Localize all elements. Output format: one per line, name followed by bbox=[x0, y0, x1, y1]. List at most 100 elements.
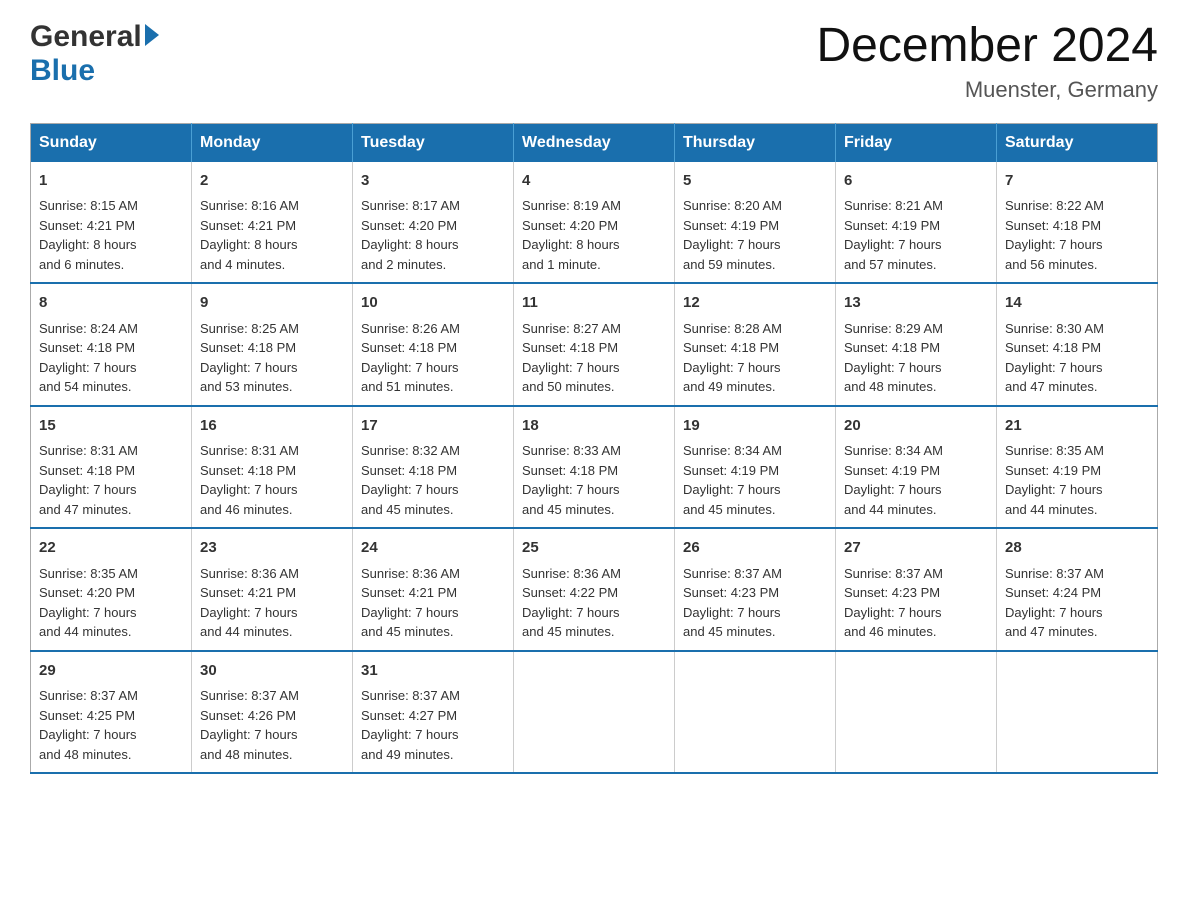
sunrise-info: Sunrise: 8:26 AM bbox=[361, 321, 460, 336]
sunset-info: Sunset: 4:18 PM bbox=[361, 463, 457, 478]
calendar-day-cell: 24 Sunrise: 8:36 AM Sunset: 4:21 PM Dayl… bbox=[353, 528, 514, 651]
daylight-info2: and 4 minutes. bbox=[200, 257, 285, 272]
sunrise-info: Sunrise: 8:29 AM bbox=[844, 321, 943, 336]
day-number: 21 bbox=[1005, 415, 1149, 438]
calendar-day-cell: 7 Sunrise: 8:22 AM Sunset: 4:18 PM Dayli… bbox=[997, 162, 1158, 284]
day-number: 8 bbox=[39, 292, 183, 315]
sunset-info: Sunset: 4:26 PM bbox=[200, 708, 296, 723]
sunrise-info: Sunrise: 8:24 AM bbox=[39, 321, 138, 336]
day-number: 10 bbox=[361, 292, 505, 315]
sunrise-info: Sunrise: 8:34 AM bbox=[683, 443, 782, 458]
daylight-info: Daylight: 7 hours bbox=[200, 360, 298, 375]
daylight-info2: and 47 minutes. bbox=[1005, 379, 1098, 394]
day-number: 12 bbox=[683, 292, 827, 315]
daylight-info: Daylight: 7 hours bbox=[361, 727, 459, 742]
sunset-info: Sunset: 4:27 PM bbox=[361, 708, 457, 723]
sunset-info: Sunset: 4:18 PM bbox=[361, 340, 457, 355]
daylight-info2: and 45 minutes. bbox=[522, 624, 615, 639]
header-sunday: Sunday bbox=[31, 123, 192, 162]
sunrise-info: Sunrise: 8:37 AM bbox=[361, 688, 460, 703]
calendar-table: Sunday Monday Tuesday Wednesday Thursday… bbox=[30, 123, 1158, 775]
sunrise-info: Sunrise: 8:36 AM bbox=[522, 566, 621, 581]
daylight-info2: and 59 minutes. bbox=[683, 257, 776, 272]
title-section: December 2024 Muenster, Germany bbox=[816, 20, 1158, 103]
daylight-info2: and 45 minutes. bbox=[522, 502, 615, 517]
daylight-info: Daylight: 7 hours bbox=[683, 237, 781, 252]
daylight-info: Daylight: 7 hours bbox=[522, 482, 620, 497]
day-number: 24 bbox=[361, 537, 505, 560]
calendar-day-cell bbox=[836, 651, 997, 774]
header-monday: Monday bbox=[192, 123, 353, 162]
calendar-day-cell: 21 Sunrise: 8:35 AM Sunset: 4:19 PM Dayl… bbox=[997, 406, 1158, 529]
logo-blue: Blue bbox=[30, 54, 95, 87]
calendar-day-cell: 28 Sunrise: 8:37 AM Sunset: 4:24 PM Dayl… bbox=[997, 528, 1158, 651]
daylight-info2: and 45 minutes. bbox=[361, 502, 454, 517]
sunrise-info: Sunrise: 8:37 AM bbox=[200, 688, 299, 703]
daylight-info2: and 44 minutes. bbox=[844, 502, 937, 517]
day-number: 6 bbox=[844, 170, 988, 193]
daylight-info: Daylight: 7 hours bbox=[844, 605, 942, 620]
header-wednesday: Wednesday bbox=[514, 123, 675, 162]
daylight-info: Daylight: 8 hours bbox=[200, 237, 298, 252]
sunset-info: Sunset: 4:24 PM bbox=[1005, 585, 1101, 600]
sunrise-info: Sunrise: 8:36 AM bbox=[200, 566, 299, 581]
daylight-info2: and 47 minutes. bbox=[39, 502, 132, 517]
calendar-day-cell bbox=[997, 651, 1158, 774]
daylight-info: Daylight: 7 hours bbox=[39, 360, 137, 375]
calendar-day-cell: 20 Sunrise: 8:34 AM Sunset: 4:19 PM Dayl… bbox=[836, 406, 997, 529]
sunrise-info: Sunrise: 8:35 AM bbox=[1005, 443, 1104, 458]
day-number: 11 bbox=[522, 292, 666, 315]
calendar-week-row: 15 Sunrise: 8:31 AM Sunset: 4:18 PM Dayl… bbox=[31, 406, 1158, 529]
sunset-info: Sunset: 4:18 PM bbox=[1005, 340, 1101, 355]
day-number: 31 bbox=[361, 660, 505, 683]
daylight-info: Daylight: 7 hours bbox=[1005, 237, 1103, 252]
sunrise-info: Sunrise: 8:32 AM bbox=[361, 443, 460, 458]
calendar-day-cell: 6 Sunrise: 8:21 AM Sunset: 4:19 PM Dayli… bbox=[836, 162, 997, 284]
logo: General Blue bbox=[30, 20, 159, 88]
calendar-day-cell: 30 Sunrise: 8:37 AM Sunset: 4:26 PM Dayl… bbox=[192, 651, 353, 774]
sunset-info: Sunset: 4:20 PM bbox=[522, 218, 618, 233]
calendar-day-cell: 29 Sunrise: 8:37 AM Sunset: 4:25 PM Dayl… bbox=[31, 651, 192, 774]
sunrise-info: Sunrise: 8:15 AM bbox=[39, 198, 138, 213]
daylight-info: Daylight: 8 hours bbox=[39, 237, 137, 252]
sunset-info: Sunset: 4:20 PM bbox=[39, 585, 135, 600]
daylight-info2: and 47 minutes. bbox=[1005, 624, 1098, 639]
calendar-day-cell: 26 Sunrise: 8:37 AM Sunset: 4:23 PM Dayl… bbox=[675, 528, 836, 651]
day-number: 20 bbox=[844, 415, 988, 438]
day-number: 9 bbox=[200, 292, 344, 315]
daylight-info2: and 48 minutes. bbox=[844, 379, 937, 394]
sunset-info: Sunset: 4:18 PM bbox=[200, 340, 296, 355]
sunset-info: Sunset: 4:23 PM bbox=[844, 585, 940, 600]
sunset-info: Sunset: 4:21 PM bbox=[200, 585, 296, 600]
day-number: 28 bbox=[1005, 537, 1149, 560]
daylight-info: Daylight: 7 hours bbox=[683, 482, 781, 497]
day-number: 1 bbox=[39, 170, 183, 193]
sunrise-info: Sunrise: 8:19 AM bbox=[522, 198, 621, 213]
calendar-day-cell: 27 Sunrise: 8:37 AM Sunset: 4:23 PM Dayl… bbox=[836, 528, 997, 651]
sunset-info: Sunset: 4:18 PM bbox=[200, 463, 296, 478]
day-number: 23 bbox=[200, 537, 344, 560]
sunset-info: Sunset: 4:18 PM bbox=[844, 340, 940, 355]
sunset-info: Sunset: 4:21 PM bbox=[39, 218, 135, 233]
sunrise-info: Sunrise: 8:17 AM bbox=[361, 198, 460, 213]
sunrise-info: Sunrise: 8:37 AM bbox=[1005, 566, 1104, 581]
calendar-day-cell: 15 Sunrise: 8:31 AM Sunset: 4:18 PM Dayl… bbox=[31, 406, 192, 529]
daylight-info: Daylight: 7 hours bbox=[200, 482, 298, 497]
daylight-info2: and 48 minutes. bbox=[200, 747, 293, 762]
sunrise-info: Sunrise: 8:34 AM bbox=[844, 443, 943, 458]
daylight-info2: and 44 minutes. bbox=[1005, 502, 1098, 517]
logo-general: General bbox=[30, 20, 142, 54]
calendar-day-cell: 3 Sunrise: 8:17 AM Sunset: 4:20 PM Dayli… bbox=[353, 162, 514, 284]
day-number: 18 bbox=[522, 415, 666, 438]
daylight-info: Daylight: 7 hours bbox=[844, 360, 942, 375]
calendar-day-cell: 16 Sunrise: 8:31 AM Sunset: 4:18 PM Dayl… bbox=[192, 406, 353, 529]
sunrise-info: Sunrise: 8:31 AM bbox=[39, 443, 138, 458]
sunset-info: Sunset: 4:19 PM bbox=[844, 218, 940, 233]
sunset-info: Sunset: 4:19 PM bbox=[1005, 463, 1101, 478]
daylight-info2: and 50 minutes. bbox=[522, 379, 615, 394]
page-header: General Blue December 2024 Muenster, Ger… bbox=[30, 20, 1158, 103]
calendar-day-cell: 25 Sunrise: 8:36 AM Sunset: 4:22 PM Dayl… bbox=[514, 528, 675, 651]
sunrise-info: Sunrise: 8:27 AM bbox=[522, 321, 621, 336]
calendar-day-cell: 23 Sunrise: 8:36 AM Sunset: 4:21 PM Dayl… bbox=[192, 528, 353, 651]
daylight-info2: and 49 minutes. bbox=[683, 379, 776, 394]
